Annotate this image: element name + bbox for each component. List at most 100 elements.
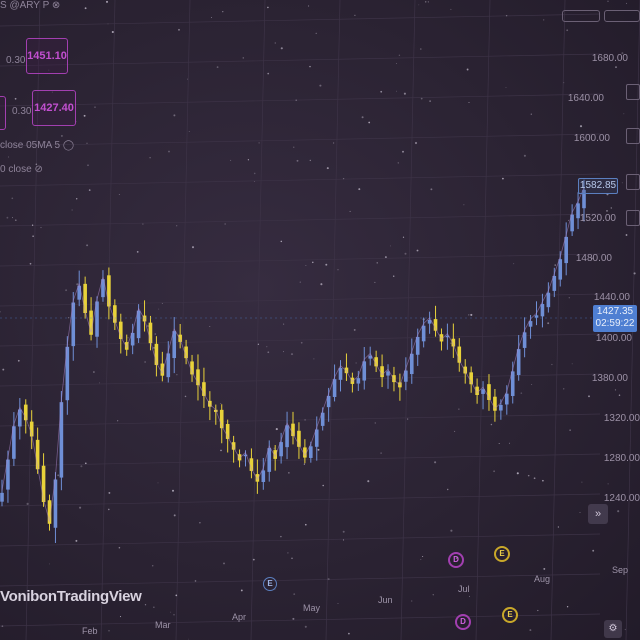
background-dot xyxy=(563,82,565,84)
background-dot xyxy=(60,134,63,137)
background-dot xyxy=(136,251,139,253)
settings-corner-button[interactable]: ⚙ xyxy=(604,620,622,638)
background-dot xyxy=(158,308,160,310)
tradingview-logo[interactable]: VonibonTradingView xyxy=(0,588,142,605)
background-dot xyxy=(420,48,422,50)
top-toolbar-button[interactable] xyxy=(604,10,640,22)
price-label: 1440.00 xyxy=(593,292,630,303)
background-dot xyxy=(157,482,159,484)
candle-up xyxy=(285,425,289,448)
background-dot xyxy=(563,388,565,390)
background-dot xyxy=(48,563,50,565)
background-dot xyxy=(149,157,151,159)
background-dot xyxy=(80,465,83,468)
background-dot xyxy=(374,422,377,424)
background-dot xyxy=(296,159,299,162)
price-label: 1240.00 xyxy=(603,493,640,504)
background-dot xyxy=(325,263,328,266)
background-dot xyxy=(342,530,345,533)
right-panel-tab[interactable] xyxy=(626,84,640,100)
right-panel-tab[interactable] xyxy=(626,210,640,226)
background-dot xyxy=(40,227,42,229)
background-dot xyxy=(529,629,532,632)
right-panel-tab[interactable] xyxy=(626,174,640,190)
background-dot xyxy=(290,353,294,356)
background-dot xyxy=(178,28,180,31)
dividend-event-icon[interactable]: D xyxy=(448,552,464,568)
background-dot xyxy=(312,261,314,264)
background-dot xyxy=(567,219,570,222)
legend-row1-value[interactable]: 1451.10 xyxy=(26,38,68,74)
settings-icon[interactable]: ◯ xyxy=(63,140,74,151)
background-dot xyxy=(188,131,190,132)
background-dot xyxy=(32,235,34,237)
background-dot xyxy=(508,442,510,444)
background-dot xyxy=(342,539,345,541)
background-dot xyxy=(355,362,357,364)
background-dot xyxy=(31,224,34,226)
candle-down xyxy=(41,465,46,503)
background-dot xyxy=(280,535,282,538)
background-dot xyxy=(498,442,500,445)
close-icon[interactable]: ⊗ xyxy=(52,0,60,11)
background-dot xyxy=(79,506,82,509)
price-label: 1320.00 xyxy=(603,413,640,424)
background-dot xyxy=(368,121,371,124)
earnings-event-icon[interactable]: E xyxy=(263,577,277,591)
background-dot xyxy=(292,617,295,620)
background-dot xyxy=(581,481,583,483)
background-dot xyxy=(367,480,370,483)
background-dot xyxy=(625,234,628,236)
candle-up xyxy=(172,331,177,359)
chart-stage[interactable]: S @ARY P ⊗ 0.30 1451.10 0.30 1427.40 clo… xyxy=(0,0,640,640)
background-dot xyxy=(327,578,330,581)
background-dot xyxy=(291,557,293,560)
scroll-to-realtime-button[interactable]: » xyxy=(588,504,608,524)
earnings-event-icon[interactable]: E xyxy=(494,546,510,562)
dividend-event-icon[interactable]: D xyxy=(455,614,471,630)
legend-symbol: S @ARY P ⊗ xyxy=(0,0,60,11)
background-dot xyxy=(191,246,195,249)
candle-down xyxy=(178,334,182,342)
background-dot xyxy=(633,272,636,275)
background-dot xyxy=(432,594,434,596)
background-dot xyxy=(168,150,170,153)
background-dot xyxy=(0,311,1,313)
background-dot xyxy=(173,114,176,117)
background-dot xyxy=(434,461,437,464)
background-dot xyxy=(403,92,406,95)
top-toolbar-button[interactable] xyxy=(562,10,600,22)
background-dot xyxy=(119,616,122,618)
earnings-event-icon[interactable]: E xyxy=(502,607,518,623)
background-dot xyxy=(12,217,13,219)
background-dot xyxy=(361,116,364,119)
background-dot xyxy=(618,394,621,397)
background-dot xyxy=(111,30,114,34)
grid-line xyxy=(400,0,416,640)
right-panel-tab[interactable] xyxy=(626,128,640,144)
background-dot xyxy=(374,281,376,283)
background-dot xyxy=(606,210,608,212)
background-dot xyxy=(252,558,255,561)
background-dot xyxy=(450,342,452,344)
candle-up xyxy=(356,378,361,384)
background-dot xyxy=(579,125,583,128)
legend-ma-label: close 05MA 5 xyxy=(0,140,61,151)
background-dot xyxy=(75,539,78,542)
month-label: Jun xyxy=(378,595,393,605)
background-dot xyxy=(554,264,556,266)
background-dot xyxy=(247,159,250,161)
candle-up xyxy=(540,304,545,317)
background-dot xyxy=(621,182,623,184)
background-dot xyxy=(543,19,545,21)
background-dot xyxy=(624,628,626,631)
background-dot xyxy=(531,384,533,385)
candlestick-chart[interactable] xyxy=(0,0,640,640)
candle-series xyxy=(0,179,586,544)
hide-icon[interactable]: ⊘ xyxy=(34,164,42,175)
background-dot xyxy=(230,159,232,161)
grid-line xyxy=(0,533,601,547)
background-dot xyxy=(67,317,70,319)
legend-row2-value[interactable]: 1427.40 xyxy=(32,90,76,126)
background-dot xyxy=(380,90,383,93)
